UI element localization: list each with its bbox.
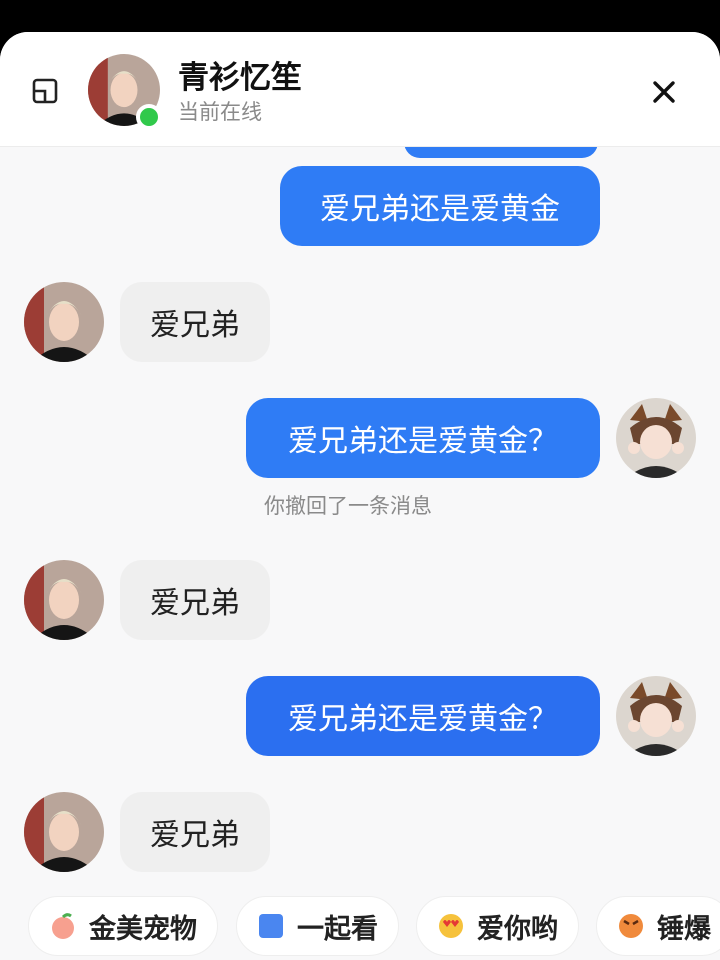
quick-action-label: 金美宠物 [89,913,197,945]
online-status-text: 当前在线 [178,100,262,124]
close-button[interactable] [648,76,680,108]
heart-eyes-emoji-icon [439,914,463,938]
quick-action-label: 一起看 [297,913,378,945]
angry-emoji-icon [619,914,643,938]
contact-name[interactable]: 青衫忆笙 [178,52,302,97]
chat-header: 青衫忆笙 当前在线 [0,32,720,147]
self-message-avatar[interactable] [616,398,696,478]
online-status-dot [136,104,162,130]
minimize-button[interactable] [30,76,60,106]
message-bubble-outgoing[interactable]: 爱兄弟还是爱黄金 [280,166,600,246]
message-bubble-incoming[interactable]: 爱兄弟 [120,282,270,362]
peach-icon [52,913,74,939]
quick-action-watch-together[interactable]: 一起看 [236,896,399,956]
quick-action-love-you[interactable]: 爱你哟 [416,896,579,956]
minimize-window-icon [32,78,58,104]
message-bubble-outgoing[interactable]: 爱兄弟还是爱黄金？ [246,676,600,756]
contact-message-avatar[interactable] [24,792,104,872]
message-bubble-incoming[interactable]: 爱兄弟 [120,792,270,872]
recalled-message-notice: 你撤回了一条消息 [264,494,432,518]
self-message-avatar[interactable] [616,676,696,756]
quick-action-pet[interactable]: 金美宠物 [28,896,218,956]
chat-window: 青衫忆笙 当前在线 爱兄弟还是爱黄金 爱兄弟 爱兄弟还是爱黄金？ 你撤回了一条消… [0,32,720,960]
close-icon [653,81,675,103]
contact-message-avatar[interactable] [24,560,104,640]
blue-square-icon [259,914,283,938]
quick-action-label: 锤爆 [657,913,711,945]
message-bubble-incoming[interactable]: 爱兄弟 [120,560,270,640]
message-bubble-outgoing[interactable]: 爱兄弟还是爱黄金？ [246,398,600,478]
quick-action-label: 爱你哟 [477,913,558,945]
contact-message-avatar[interactable] [24,282,104,362]
quick-action-smash[interactable]: 锤爆 [596,896,720,956]
